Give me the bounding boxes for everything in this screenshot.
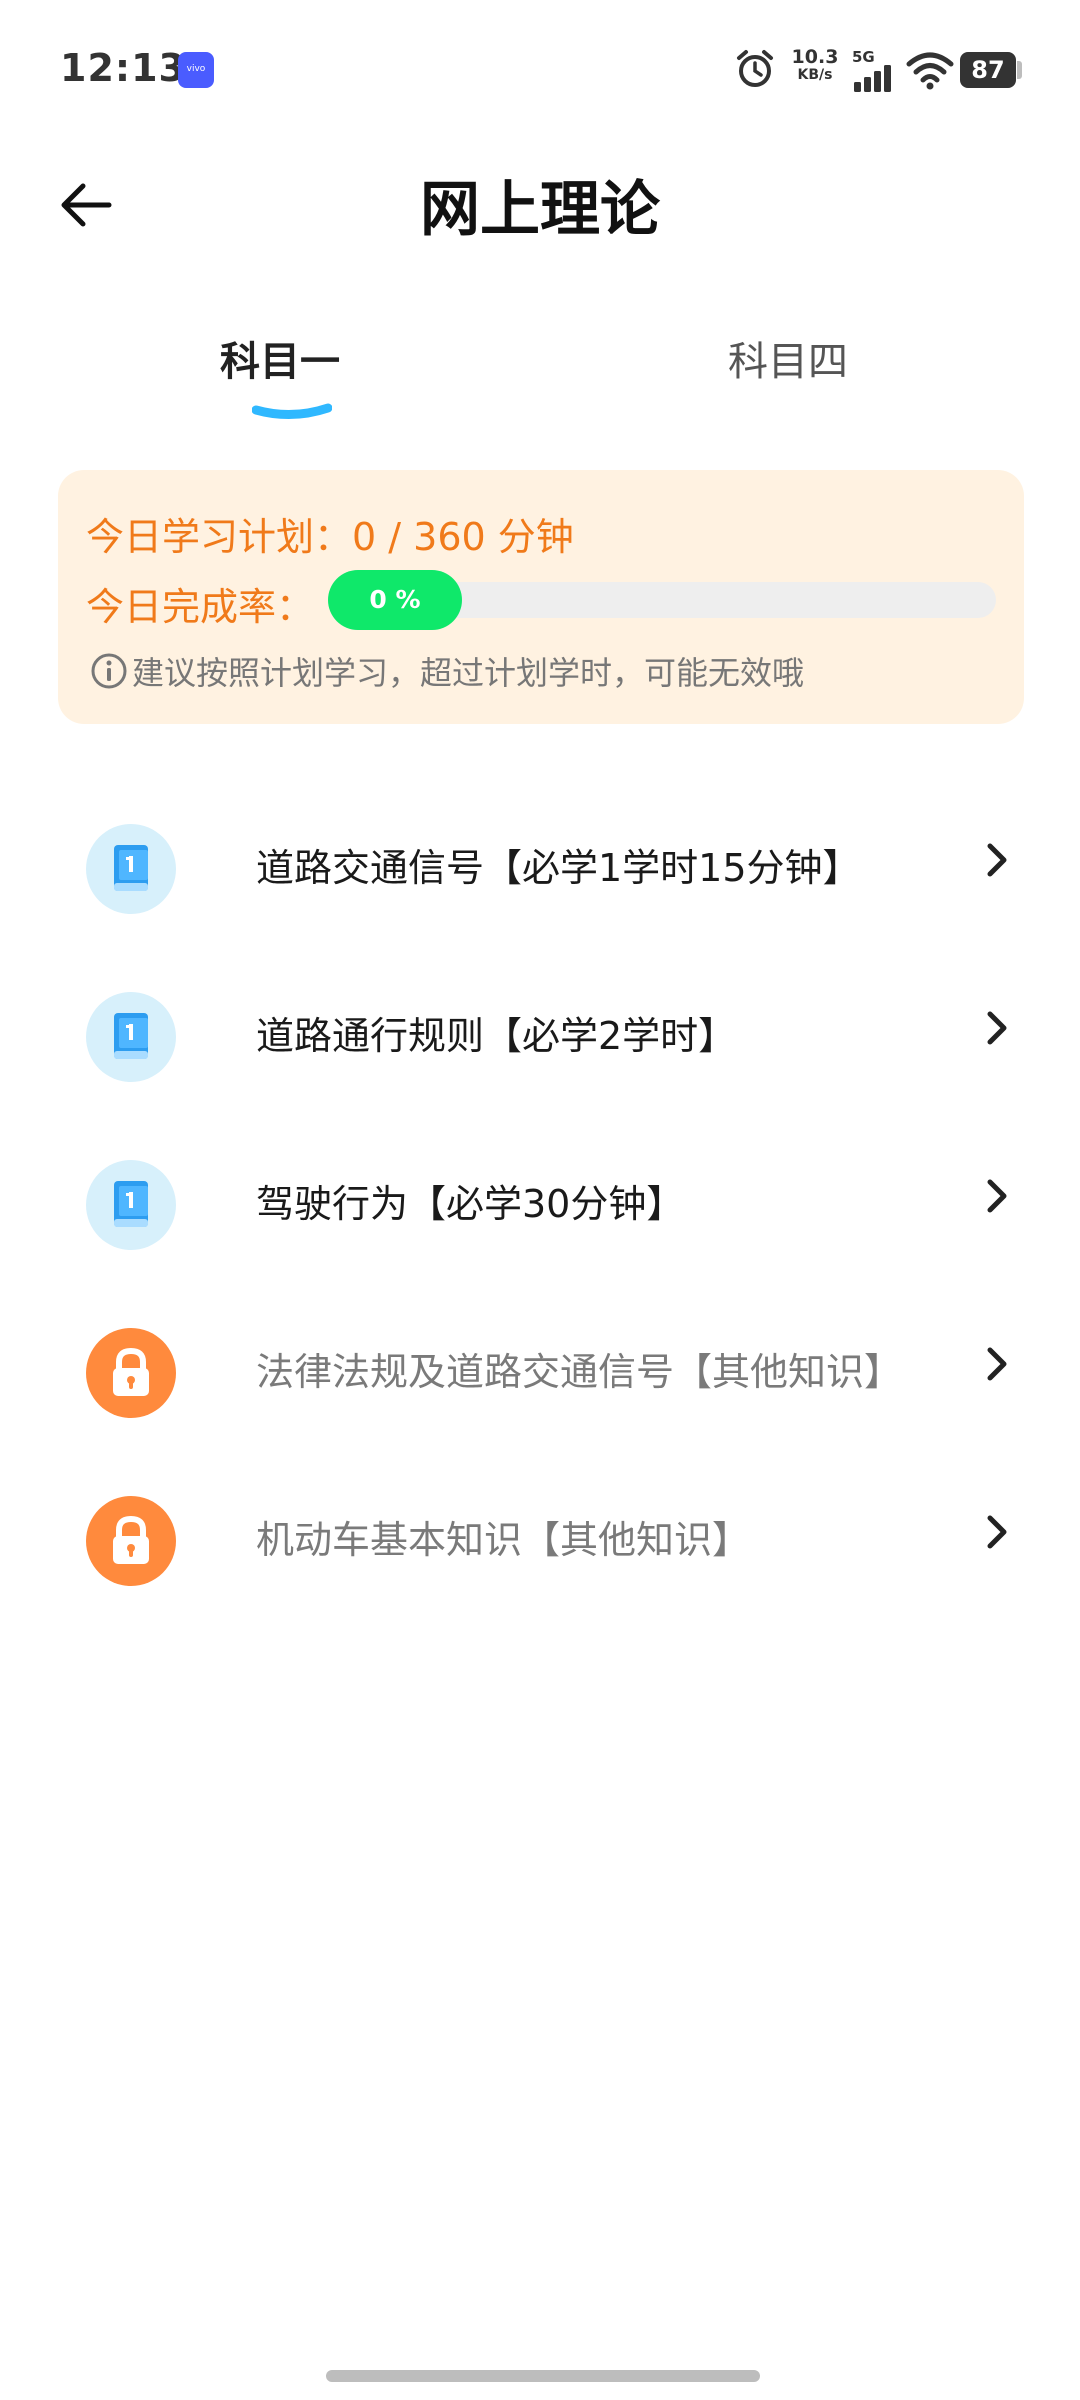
list-item[interactable]: 法律法规及道路交通信号【其他知识】 [0,1284,1080,1452]
plan-tip-text: 建议按照计划学习，超过计划学时，可能无效哦 [132,654,805,692]
book-icon [86,824,176,914]
vivo-app-icon: vivo [178,52,214,88]
completion-rate-label: 今日完成率： [86,585,315,629]
course-title: 法律法规及道路交通信号【其他知识】 [256,1350,903,1394]
book-icon [86,992,176,1082]
lock-icon [86,1328,176,1418]
list-item[interactable]: 道路通行规则【必学2学时】 [0,948,1080,1116]
course-title: 机动车基本知识【其他知识】 [256,1518,751,1562]
network-speed-value: 10.3 [791,46,839,68]
course-title: 道路通行规则【必学2学时】 [256,1014,737,1058]
plan-line: 今日学习计划：0 / 360 分钟 [86,506,574,561]
chevron-right-icon [987,1347,1007,1381]
tab-active-indicator [252,403,332,420]
online-theory-page: 12:13 vivo 10.3 KB/s 5G 87 网上理论 科目一 科目四 … [0,0,1080,2400]
course-title: 驾驶行为【必学30分钟】 [256,1182,685,1226]
network-speed-unit: KB/s [797,67,833,83]
home-indicator[interactable] [326,2370,760,2382]
wifi-icon [906,52,954,90]
list-item[interactable]: 道路交通信号【必学1学时15分钟】 [0,780,1080,948]
progress-value-pill: 0 % [328,570,462,630]
battery-indicator: 87 [960,52,1016,88]
plan-label: 今日学习计划： [86,515,353,559]
list-item[interactable]: 驾驶行为【必学30分钟】 [0,1116,1080,1284]
info-icon [91,653,127,689]
tab-subject-four[interactable]: 科目四 [728,332,848,392]
list-item[interactable]: 机动车基本知识【其他知识】 [0,1452,1080,1620]
study-plan-card: 今日学习计划：0 / 360 分钟 今日完成率： 0 % 建议按照计划学习，超过… [58,470,1024,724]
page-title: 网上理论 [420,175,660,245]
vivo-badge-text: vivo [186,64,206,74]
network-speed: 10.3 KB/s [790,48,840,84]
plan-tip: 建议按照计划学习，超过计划学时，可能无效哦 [90,648,804,694]
book-icon [86,1160,176,1250]
alarm-icon [737,50,773,87]
plan-value: 0 / 360 分钟 [352,515,574,559]
status-bar: 12:13 vivo 10.3 KB/s 5G 87 [0,0,1080,140]
tab-subject-one[interactable]: 科目一 [220,332,340,392]
course-title: 道路交通信号【必学1学时15分钟】 [256,846,861,890]
chevron-right-icon [987,843,1007,877]
cellular-signal-icon [854,65,891,92]
battery-cap [1017,61,1022,79]
lock-icon [86,1496,176,1586]
chevron-right-icon [987,1515,1007,1549]
chevron-right-icon [987,1011,1007,1045]
chevron-right-icon [987,1179,1007,1213]
status-time: 12:13 [60,46,186,90]
